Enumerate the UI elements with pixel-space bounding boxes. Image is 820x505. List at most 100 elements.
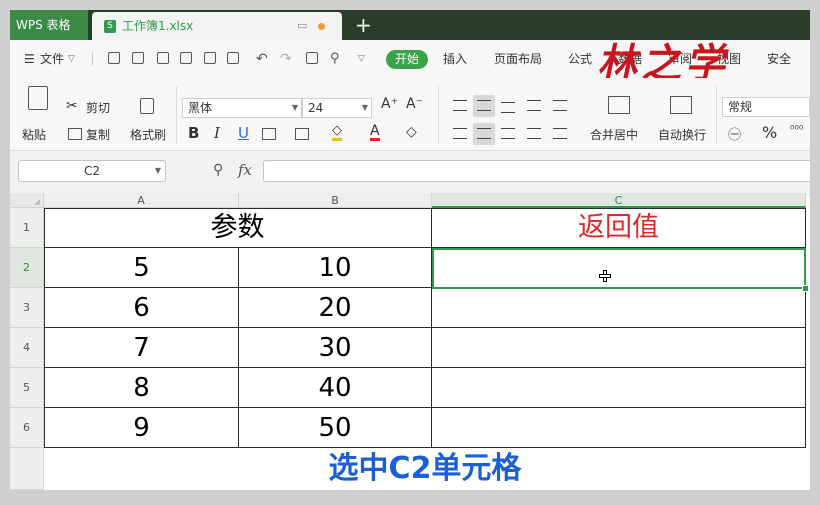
decrease-font-icon[interactable]: A⁻ [406,96,423,112]
search-icon[interactable]: ⚲ [330,40,340,78]
open-folder-icon[interactable] [132,52,144,64]
more-chevron-icon[interactable]: ▽ [358,40,365,78]
print-preview-icon[interactable] [204,52,216,64]
monitor-icon[interactable]: ▭ [297,19,307,32]
format-painter-label[interactable]: 格式刷 [130,126,166,143]
align-bottom-icon[interactable] [501,102,515,113]
cell-a3[interactable]: 6 [44,288,239,328]
cell-a1-merged[interactable]: 参数 [44,208,432,248]
cell-c5[interactable] [432,368,806,408]
row-header-7[interactable] [10,448,44,490]
row-header-4[interactable]: 4 [10,328,44,368]
row-header-1[interactable]: 1 [10,208,44,248]
cell-b5[interactable]: 40 [239,368,432,408]
align-right-icon[interactable] [501,128,515,139]
print-icon[interactable] [180,52,192,64]
font-color-icon[interactable]: A [370,124,380,141]
pdf-icon[interactable] [306,52,318,64]
format-painter-icon[interactable] [140,98,154,114]
file-tab[interactable]: S 工作簿1.xlsx ▭ [92,12,342,40]
number-format-value: 常规 [728,100,753,114]
scissors-icon[interactable]: ✂ [66,98,78,114]
cell-a6[interactable]: 9 [44,408,239,448]
fill-color-icon[interactable]: ◇ [332,124,342,141]
unsaved-dot-icon[interactable] [318,23,325,30]
save-icon[interactable] [157,52,169,64]
border-icon[interactable] [262,128,276,140]
ribbon-divider [438,86,439,144]
cell-c4[interactable] [432,328,806,368]
cross-cursor-icon [599,270,611,282]
redo-icon[interactable]: ↷ [280,40,292,78]
thousands-icon[interactable]: ⁰⁰⁰ [790,123,803,136]
row-header-5[interactable]: 5 [10,368,44,408]
wrap-text-icon[interactable] [670,96,692,114]
new-tab-button[interactable]: + [355,10,372,40]
fill-handle[interactable] [802,285,809,292]
underline-button[interactable]: U [238,124,249,142]
indent-increase-icon[interactable] [553,100,567,111]
row-header-6[interactable]: 6 [10,408,44,448]
row-header-2[interactable]: 2 [10,248,44,288]
fill-pattern-icon[interactable] [295,128,309,140]
cell-a2[interactable]: 5 [44,248,239,288]
increase-font-icon[interactable]: A⁺ [381,96,398,112]
chevron-down-icon[interactable]: ▽ [68,40,75,78]
column-header-b[interactable]: B [239,193,432,208]
table-left-border [44,208,45,248]
justify-icon[interactable] [527,128,541,139]
percent-button[interactable]: % [762,123,777,142]
cell-b4[interactable]: 30 [239,328,432,368]
app-tab[interactable]: WPS 表格 [10,10,88,40]
copy-label[interactable]: 复制 [86,126,110,143]
row-header-3[interactable]: 3 [10,288,44,328]
formula-input[interactable] [263,160,810,182]
column-header-c[interactable]: C [432,193,806,208]
font-size-select[interactable]: 24 ▼ [302,98,372,118]
cell-a5[interactable]: 8 [44,368,239,408]
fx-icon[interactable]: fx [238,161,252,179]
formula-bar: C2 ▼ ⚲ fx [10,151,810,198]
cell-b6[interactable]: 50 [239,408,432,448]
cell-b3[interactable]: 20 [239,288,432,328]
cell-a4[interactable]: 7 [44,328,239,368]
tab-security[interactable]: 安全 [767,40,791,78]
cell-c6[interactable] [432,408,806,448]
tab-formulas[interactable]: 公式 [568,40,592,78]
new-doc-icon[interactable] [108,52,120,64]
column-header-a[interactable]: A [44,193,239,208]
paste-icon[interactable] [28,86,48,110]
tab-home[interactable]: 开始 [386,50,428,69]
name-box-value: C2 [83,164,100,178]
wrap-text-label[interactable]: 自动换行 [658,126,706,143]
paste-label[interactable]: 粘贴 [22,126,46,143]
hamburger-icon[interactable]: ☰ [24,40,35,78]
name-box[interactable]: C2 ▼ [18,160,166,182]
font-name-value: 黑体 [188,101,213,115]
clear-format-icon[interactable]: ◇ [406,124,417,140]
cut-label[interactable]: 剪切 [86,99,110,116]
merge-center-icon[interactable] [608,96,630,114]
copy-icon[interactable] [68,128,82,140]
italic-button[interactable]: I [214,124,220,142]
cell-b2[interactable]: 10 [239,248,432,288]
undo-icon[interactable]: ↶ [256,40,268,78]
menu-file[interactable]: 文件 [40,40,64,78]
font-name-select[interactable]: 黑体 ▼ [182,98,302,118]
currency-icon[interactable]: ㊀ [728,124,741,143]
tab-page-layout[interactable]: 页面布局 [494,40,542,78]
cell-c1[interactable]: 返回值 [432,208,806,248]
zoom-preview-icon[interactable] [227,52,239,64]
spreadsheet-icon: S [104,20,116,33]
merge-center-label[interactable]: 合并居中 [590,126,638,143]
indent-decrease-icon[interactable] [527,100,541,111]
distributed-icon[interactable] [553,128,567,139]
select-all-corner[interactable] [10,193,44,208]
align-top-icon[interactable] [453,100,467,111]
align-left-icon[interactable] [453,128,467,139]
zoom-icon[interactable]: ⚲ [213,162,223,178]
tab-insert[interactable]: 插入 [443,40,467,78]
number-format-select[interactable]: 常规 [722,97,810,117]
cell-c3[interactable] [432,288,806,328]
bold-button[interactable]: B [188,124,199,142]
